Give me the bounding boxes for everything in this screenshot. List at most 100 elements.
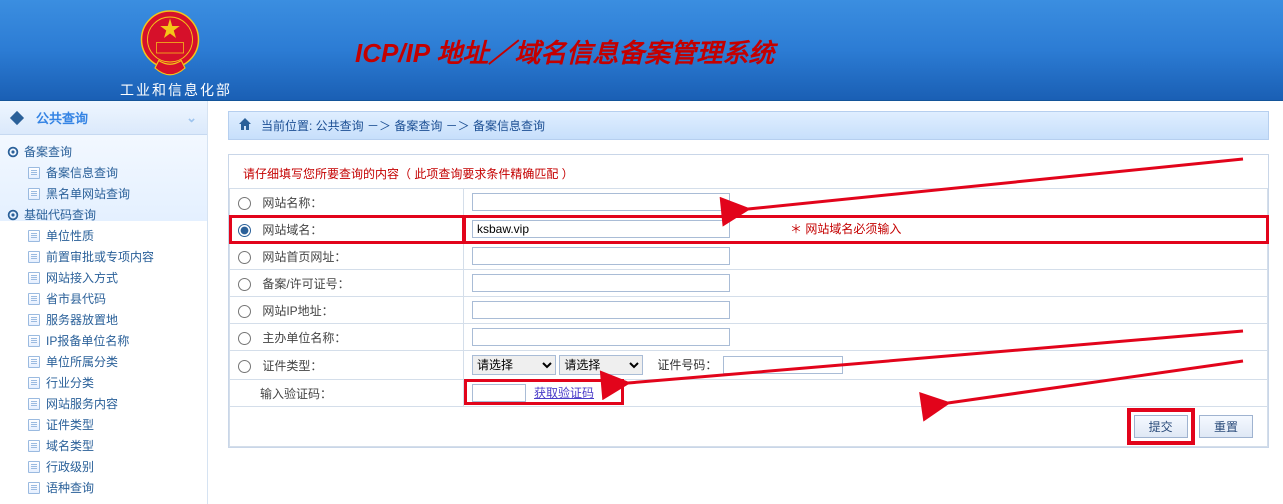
sidebar-item-label: IP报备单位名称 [46, 332, 129, 349]
gear-icon [6, 145, 20, 159]
page-icon [28, 188, 40, 200]
gear-icon [6, 208, 20, 222]
page-icon [28, 482, 40, 494]
cert-type-select-2[interactable]: 请选择 [559, 355, 643, 375]
sidebar-item-label: 域名类型 [46, 437, 94, 454]
sidebar-item-label: 语种查询 [46, 479, 94, 496]
page-icon [28, 440, 40, 452]
sidebar-item[interactable]: 单位性质 [6, 225, 203, 246]
sidebar-header[interactable]: 公共查询 ⌄ [0, 101, 207, 135]
page-icon [28, 398, 40, 410]
page-icon [28, 377, 40, 389]
field-radio-cert[interactable] [238, 360, 251, 373]
page-icon [28, 356, 40, 368]
field-radio-home_url[interactable] [238, 251, 251, 264]
site_name-input[interactable] [472, 193, 730, 211]
field-radio-site_name[interactable] [238, 197, 251, 210]
sidebar-item[interactable]: 行业分类 [6, 372, 203, 393]
sidebar-item-label: 单位所属分类 [46, 353, 118, 370]
sidebar-item[interactable]: 域名类型 [6, 435, 203, 456]
page-icon [28, 251, 40, 263]
chevron-down-icon: ⌄ [186, 110, 197, 126]
form-row-label[interactable]: 网站名称： [230, 189, 464, 216]
form-row-value [464, 189, 1268, 216]
sidebar-group[interactable]: 基础代码查询 [6, 204, 203, 225]
form-row-label[interactable]: 网站IP地址： [230, 297, 464, 324]
submit-button[interactable]: 提交 [1134, 415, 1188, 438]
home_url-input[interactable] [472, 247, 730, 265]
domain-input[interactable] [472, 220, 730, 238]
sidebar-item-label: 行业分类 [46, 374, 94, 391]
form-row-value [464, 243, 1268, 270]
national-emblem-icon [130, 8, 210, 83]
captcha-cell: 获取验证码 [464, 380, 1268, 407]
field-radio-license_no[interactable] [238, 278, 251, 291]
sidebar-item[interactable]: 证件类型 [6, 414, 203, 435]
cert-no-input[interactable] [723, 356, 843, 374]
form-instructions: 请仔细填写您所要查询的内容（ 此项查询要求条件精确匹配 ） [229, 155, 1268, 188]
license_no-input[interactable] [472, 274, 730, 292]
home-icon [237, 116, 253, 135]
form-table: 网站名称： 网站域名：＊ 网站域名必须输入 网站首页网址： 备案/许可证号： 网… [229, 188, 1268, 407]
form-row-label[interactable]: 证件类型： [230, 351, 464, 380]
get-captcha-link[interactable]: 获取验证码 [534, 386, 594, 400]
sidebar: 公共查询 ⌄ 备案查询备案信息查询黑名单网站查询基础代码查询单位性质前置审批或专… [0, 101, 208, 504]
reset-button[interactable]: 重置 [1199, 415, 1253, 438]
main-content: 当前位置: 公共查询 －＞ 备案查询 －＞ 备案信息查询 请仔细填写您所要查询的… [208, 101, 1283, 504]
form-row-value [464, 297, 1268, 324]
sidebar-group[interactable]: 备案查询 [6, 141, 203, 162]
sidebar-group-label: 基础代码查询 [24, 206, 96, 223]
field-radio-ip[interactable] [238, 305, 251, 318]
form-row-value [464, 324, 1268, 351]
sidebar-item-label: 网站接入方式 [46, 269, 118, 286]
form-row-label[interactable]: 主办单位名称： [230, 324, 464, 351]
sidebar-item-label: 服务器放置地 [46, 311, 118, 328]
page-icon [28, 314, 40, 326]
captcha-input[interactable] [473, 385, 525, 401]
form-row-value: ＊ 网站域名必须输入 [464, 216, 1268, 243]
page-icon [28, 230, 40, 242]
form-row-label[interactable]: 备案/许可证号： [230, 270, 464, 297]
button-row: 提交 重置 [229, 407, 1268, 447]
field-radio-org_name[interactable] [238, 332, 251, 345]
page-icon [28, 167, 40, 179]
sidebar-item-label: 行政级别 [46, 458, 94, 475]
sidebar-item-label: 黑名单网站查询 [46, 185, 130, 202]
sidebar-item[interactable]: 备案信息查询 [6, 162, 203, 183]
form-row-label[interactable]: 网站域名： [230, 216, 464, 243]
diamond-icon [10, 110, 24, 124]
page-icon [28, 293, 40, 305]
cert-type-select-1[interactable]: 请选择 [472, 355, 556, 375]
sidebar-item[interactable]: 前置审批或专项内容 [6, 246, 203, 267]
form-row-value: 请选择 请选择证件号码： [464, 351, 1268, 380]
org_name-input[interactable] [472, 328, 730, 346]
sidebar-item[interactable]: 省市县代码 [6, 288, 203, 309]
sidebar-tree: 备案查询备案信息查询黑名单网站查询基础代码查询单位性质前置审批或专项内容网站接入… [0, 135, 207, 504]
field-radio-domain[interactable] [238, 224, 251, 237]
form-row-label[interactable]: 网站首页网址： [230, 243, 464, 270]
captcha-label-cell: 输入验证码： [230, 380, 464, 407]
sidebar-item-label: 备案信息查询 [46, 164, 118, 181]
ip-input[interactable] [472, 301, 730, 319]
sidebar-item[interactable]: 行政级别 [6, 456, 203, 477]
ministry-label: 工业和信息化部 [120, 80, 232, 100]
sidebar-item[interactable]: 语种查询 [6, 477, 203, 498]
page-icon [28, 461, 40, 473]
sidebar-item[interactable]: 网站接入方式 [6, 267, 203, 288]
sidebar-item-label: 网站服务内容 [46, 395, 118, 412]
page-icon [28, 335, 40, 347]
sidebar-group-label: 备案查询 [24, 143, 72, 160]
sidebar-item-label: 证件类型 [46, 416, 94, 433]
sidebar-item[interactable]: IP报备单位名称 [6, 330, 203, 351]
sidebar-item[interactable]: 服务器放置地 [6, 309, 203, 330]
sidebar-item-label: 前置审批或专项内容 [46, 248, 154, 265]
page-title: ICP/IP 地址／域名信息备案管理系统 [355, 33, 774, 70]
sidebar-item[interactable]: 黑名单网站查询 [6, 183, 203, 204]
cert-no-label: 证件号码： [657, 358, 717, 372]
page-icon [28, 272, 40, 284]
breadcrumb: 当前位置: 公共查询 －＞ 备案查询 －＞ 备案信息查询 [228, 111, 1269, 140]
captcha-input-box [472, 384, 526, 402]
sidebar-item[interactable]: 单位所属分类 [6, 351, 203, 372]
sidebar-item-label: 单位性质 [46, 227, 94, 244]
sidebar-item[interactable]: 网站服务内容 [6, 393, 203, 414]
